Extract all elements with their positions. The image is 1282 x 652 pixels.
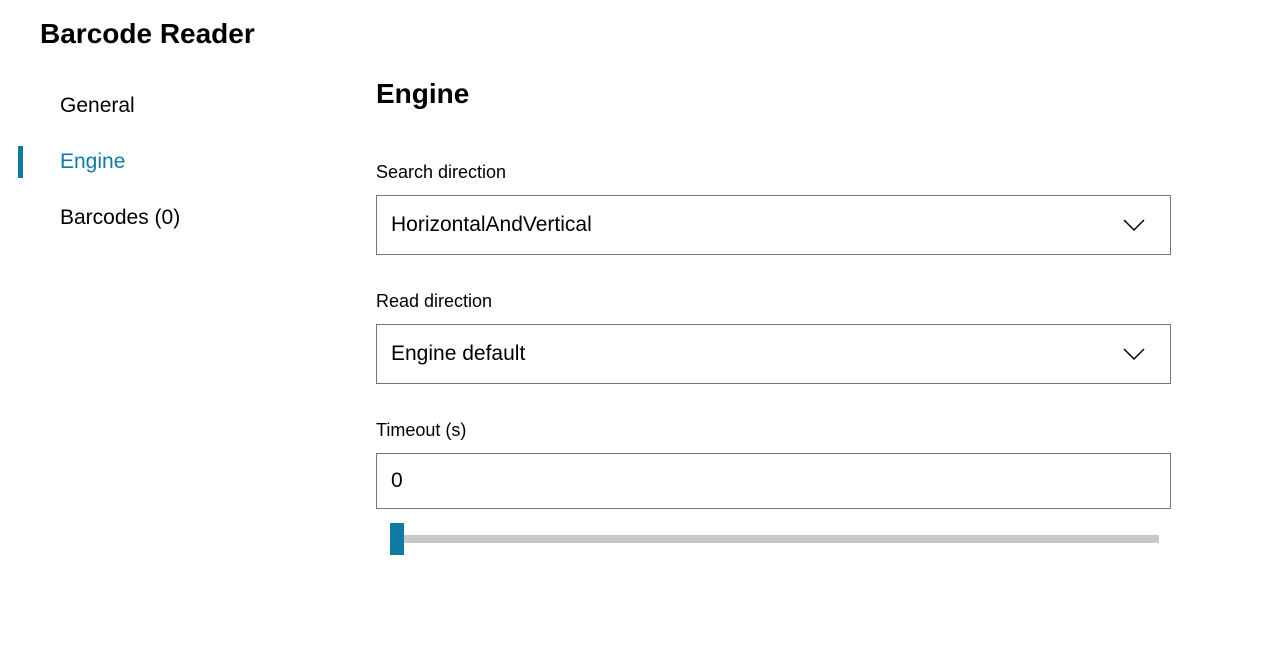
field-read-direction: Read direction Engine default (376, 291, 1186, 384)
slider-track (390, 535, 1159, 543)
timeout-input[interactable] (376, 453, 1171, 509)
field-timeout: Timeout (s) (376, 420, 1186, 555)
sidebar: General Engine Barcodes (0) (18, 78, 318, 246)
sidebar-item-label: General (60, 94, 135, 117)
chevron-down-icon (1122, 347, 1146, 361)
select-value: Engine default (391, 342, 525, 366)
select-value: HorizontalAndVertical (391, 213, 592, 237)
section-title: Engine (376, 78, 1186, 110)
field-search-direction: Search direction HorizontalAndVertical (376, 162, 1186, 255)
field-label: Timeout (s) (376, 420, 1186, 441)
sidebar-item-barcodes[interactable]: Barcodes (0) (18, 190, 318, 246)
chevron-down-icon (1122, 218, 1146, 232)
read-direction-select[interactable]: Engine default (376, 324, 1171, 384)
sidebar-item-general[interactable]: General (18, 78, 318, 134)
main-content: Engine Search direction HorizontalAndVer… (376, 78, 1186, 591)
page-title: Barcode Reader (40, 18, 255, 50)
timeout-slider[interactable] (376, 523, 1171, 555)
sidebar-item-engine[interactable]: Engine (18, 134, 318, 190)
sidebar-item-label: Engine (60, 150, 125, 173)
sidebar-item-label: Barcodes (0) (60, 206, 180, 229)
field-label: Search direction (376, 162, 1186, 183)
slider-thumb[interactable] (390, 523, 404, 555)
field-label: Read direction (376, 291, 1186, 312)
search-direction-select[interactable]: HorizontalAndVertical (376, 195, 1171, 255)
